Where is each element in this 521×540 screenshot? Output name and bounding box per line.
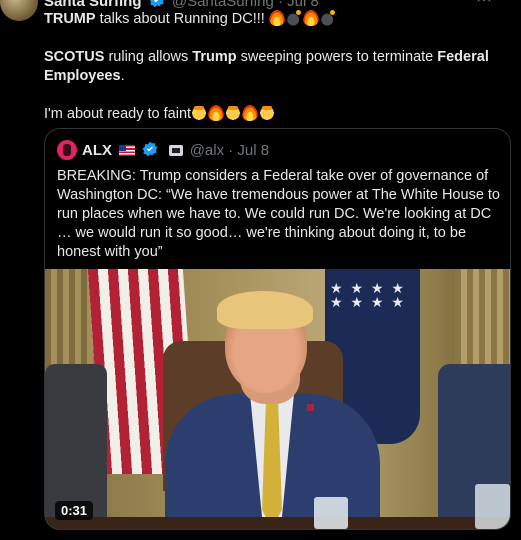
tweet-header: Santa Surfing @SantaSurfing · Jul 8 [44, 0, 319, 10]
water-glass [314, 497, 348, 529]
verified-badge-icon [143, 141, 158, 157]
id-badge-icon [168, 145, 183, 156]
fire-emoji [302, 10, 319, 26]
bomb-emoji [319, 10, 336, 26]
table-edge [45, 517, 510, 529]
quoted-author-avatar[interactable] [57, 140, 77, 160]
author-handle[interactable]: @SantaSurfing · Jul 8 [172, 0, 319, 10]
quoted-tweet-header: ALX @alx · Jul 8 [82, 141, 269, 159]
flag-pin [307, 404, 314, 411]
tweet-line-3: I'm about ready to faint [44, 105, 504, 124]
fire-emoji [242, 105, 259, 121]
quoted-tweet-card[interactable]: ALX @alx · Jul 8 BREAKING: Trump conside… [44, 128, 511, 530]
fire-emoji [268, 10, 285, 26]
tweet-body: TRUMP talks about Running DC!!! SCOTUS r… [44, 10, 504, 124]
us-flag-emoji [119, 145, 136, 156]
more-options-icon[interactable]: ⋯ [476, 0, 493, 10]
tweet-line-1: TRUMP talks about Running DC!!! [44, 10, 504, 29]
faint-face-emoji [225, 105, 242, 121]
author-avatar[interactable] [0, 0, 38, 21]
quoted-handle-date[interactable]: @alx · Jul 8 [190, 142, 269, 159]
video-player[interactable]: ★ ★ ★ ★ ★ ★ ★ ★ 0:31 [45, 269, 510, 529]
bomb-emoji [285, 10, 302, 26]
faint-face-emoji [191, 105, 208, 121]
tweet-line-2: SCOTUS ruling allows Trump sweeping powe… [44, 49, 489, 84]
speaker-hair [217, 291, 313, 329]
water-glass [475, 484, 510, 529]
verified-badge-icon [149, 0, 164, 8]
fire-emoji [208, 105, 225, 121]
faint-face-emoji [259, 105, 276, 121]
video-duration-badge: 0:31 [55, 501, 94, 520]
flag-stars: ★ ★ ★ ★ ★ ★ ★ ★ [330, 280, 406, 310]
quoted-author-name[interactable]: ALX [82, 142, 112, 159]
author-name[interactable]: Santa Surfing [44, 0, 142, 10]
quoted-tweet-text: BREAKING: Trump considers a Federal take… [57, 168, 501, 260]
